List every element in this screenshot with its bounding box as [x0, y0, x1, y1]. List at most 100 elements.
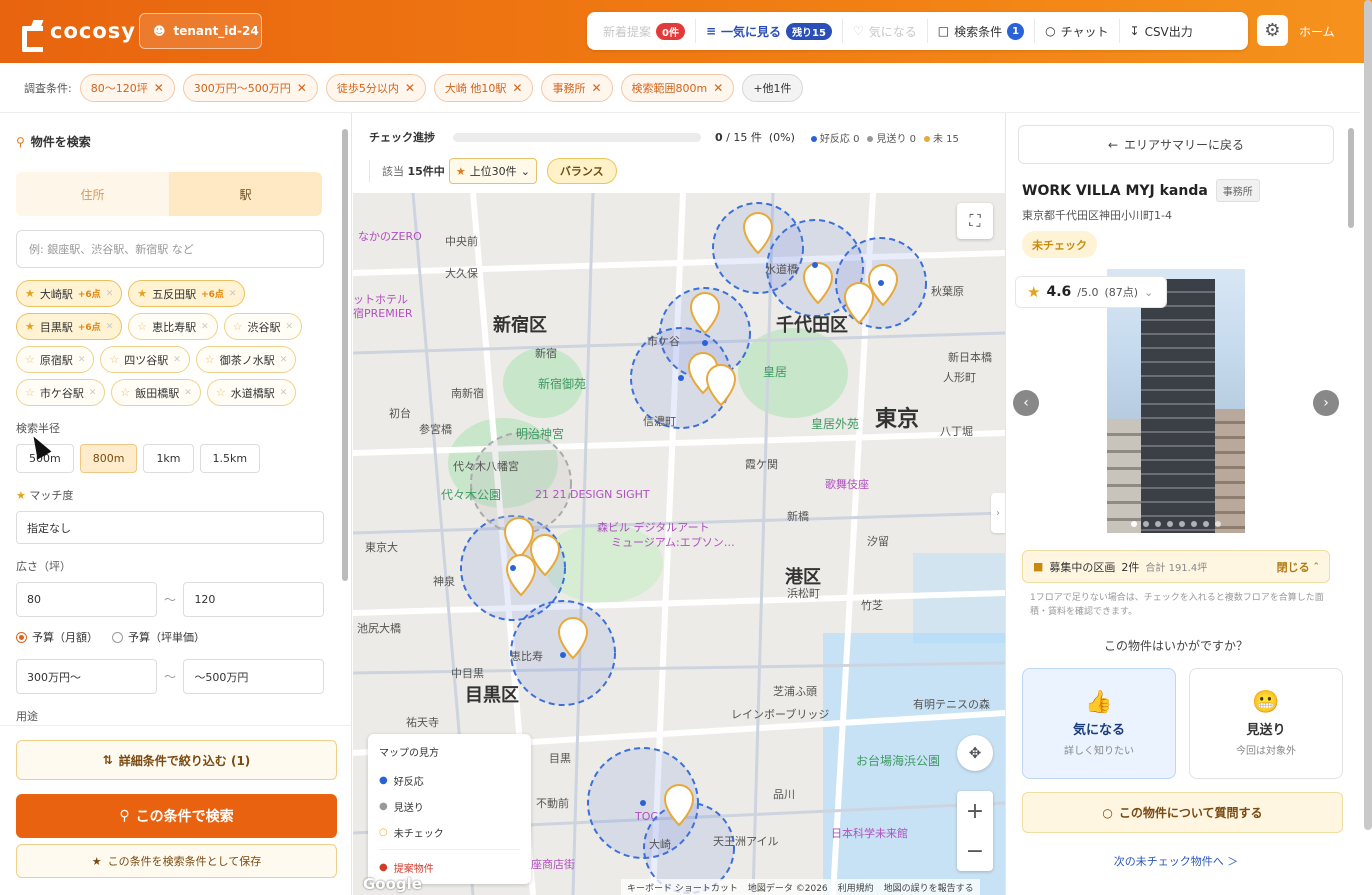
refine-button[interactable]: ⇅ 詳細条件で絞り込む (1) — [16, 740, 337, 780]
favorite-button[interactable]: ♡ 気になる — [843, 19, 928, 43]
view-all-button[interactable]: ≡ 一気に見る 残り15 — [696, 19, 843, 43]
more-conditions-chip[interactable]: +他1件 — [742, 73, 803, 102]
radius-option[interactable]: 1.5km — [199, 444, 261, 473]
close-icon[interactable]: ✕ — [184, 388, 192, 398]
star-outline-icon[interactable]: ☆ — [25, 386, 35, 399]
close-icon[interactable]: ✕ — [280, 355, 288, 365]
close-icon[interactable]: ✕ — [89, 388, 97, 398]
radius-options: 500m 800m 1km 1.5km — [16, 444, 324, 473]
scrollbar-thumb[interactable] — [342, 129, 348, 581]
area-max-input[interactable]: 120 — [183, 582, 324, 617]
budget-max-select[interactable]: 〜500万円 — [183, 659, 324, 694]
close-icon[interactable]: ✕ — [405, 81, 415, 95]
star-icon[interactable]: ★ — [137, 287, 147, 300]
tenant-selector[interactable]: ☻ tenant_id-24 — [139, 13, 262, 49]
close-icon[interactable]: ✕ — [591, 81, 601, 95]
map-canvas[interactable]: 新宿区 千代田区 東京 港区 目黒区 なかのZERO 中央前 大久保 ットホテル… — [353, 193, 1005, 895]
zoom-out-button[interactable]: − — [957, 831, 993, 871]
report-error-link[interactable]: 地図の誤りを報告する — [884, 881, 974, 894]
close-icon[interactable]: ✕ — [106, 322, 114, 332]
station-search-input[interactable]: 例: 銀座駅、渋谷駅、新宿駅 など — [16, 230, 324, 268]
left-scrollbar[interactable] — [342, 129, 348, 729]
area-min-input[interactable]: 80 — [16, 582, 157, 617]
station-chip[interactable]: ☆ 御茶ノ水駅 ✕ — [195, 346, 297, 373]
window-scrollbar[interactable] — [1364, 0, 1372, 830]
app-logo[interactable]: cocosy — [22, 17, 136, 52]
budget-monthly-radio[interactable]: 予算（月額） — [16, 629, 98, 645]
budget-min-select[interactable]: 300万円〜 — [16, 659, 157, 694]
close-icon[interactable]: ✕ — [286, 322, 294, 332]
radius-option-selected[interactable]: 800m — [79, 444, 138, 473]
balance-toggle[interactable]: バランス — [546, 158, 617, 184]
keyboard-shortcuts-link[interactable]: キーボード ショートカット — [627, 881, 738, 894]
pass-button[interactable]: 😬 見送り 今回は対象外 — [1189, 668, 1343, 779]
close-icon[interactable]: ✕ — [713, 81, 723, 95]
radius-option[interactable]: 1km — [143, 444, 194, 473]
tab-station[interactable]: 駅 — [169, 172, 322, 216]
chat-button[interactable]: ○ チャット — [1035, 19, 1120, 43]
station-chip[interactable]: ☆ 水道橋駅 ✕ — [206, 379, 297, 406]
match-select[interactable]: 指定なし — [16, 511, 324, 544]
star-icon[interactable]: ★ — [25, 320, 35, 333]
search-conditions-button[interactable]: □ 検索条件 1 — [928, 19, 1036, 43]
terms-link[interactable]: 利用規約 — [838, 881, 874, 894]
close-icon[interactable]: ✕ — [106, 289, 114, 299]
station-chip[interactable]: ☆ 渋谷駅 ✕ — [223, 313, 303, 340]
photo-next-button[interactable]: › — [1313, 390, 1339, 416]
available-units-bar[interactable]: ■ 募集中の区画 2件 合計 191.4坪 閉じる ˆ — [1022, 550, 1330, 583]
station-chip[interactable]: ★ 五反田駅 +6点 ✕ — [128, 280, 246, 307]
condition-chip[interactable]: 検索範囲800m ✕ — [620, 73, 735, 102]
tab-address[interactable]: 住所 — [16, 172, 169, 216]
condition-chip[interactable]: 300万円〜500万円 ✕ — [182, 73, 318, 102]
station-chip[interactable]: ☆ 恵比寿駅 ✕ — [128, 313, 218, 340]
photo-prev-button[interactable]: ‹ — [1013, 390, 1039, 416]
close-icon[interactable]: ✕ — [229, 289, 237, 299]
close-icon[interactable]: ✕ — [78, 355, 86, 365]
units-close-button[interactable]: 閉じる ˆ — [1277, 559, 1319, 575]
condition-chip[interactable]: 事務所 ✕ — [541, 73, 613, 102]
next-unchecked-link[interactable]: 次の未チェック物件へ ＞ — [1006, 853, 1346, 869]
star-outline-icon[interactable]: ☆ — [216, 386, 226, 399]
collapse-panel-button[interactable]: › — [991, 493, 1005, 533]
budget-per-tsubo-radio[interactable]: 予算（坪単価） — [112, 629, 205, 645]
csv-export-button[interactable]: ↧ CSV出力 — [1120, 19, 1203, 43]
zoom-in-button[interactable]: + — [957, 791, 993, 831]
save-conditions-button[interactable]: ★ この条件を検索条件として保存 — [16, 844, 337, 878]
condition-chip[interactable]: 徒歩5分以内 ✕ — [325, 73, 426, 102]
home-link[interactable]: ホーム — [1299, 23, 1335, 40]
settings-button[interactable]: ⚙ — [1257, 15, 1288, 46]
star-outline-icon[interactable]: ☆ — [109, 353, 119, 366]
ask-question-button[interactable]: ○ この物件について質問する — [1022, 792, 1343, 833]
star-outline-icon[interactable]: ☆ — [25, 353, 35, 366]
close-icon[interactable]: ✕ — [154, 81, 164, 95]
condition-chip[interactable]: 大崎 他10駅 ✕ — [433, 73, 534, 102]
new-proposals-button[interactable]: 新着提案 0件 — [593, 19, 696, 43]
back-to-summary-button[interactable]: ← エリアサマリーに戻る — [1018, 125, 1334, 164]
search-panel-scroll[interactable]: ⚲ 物件を検索 住所 駅 例: 銀座駅、渋谷駅、新宿駅 など ★ 大崎駅 +6点 ✕ … — [0, 113, 340, 725]
star-icon[interactable]: ★ — [25, 287, 35, 300]
close-icon[interactable]: ✕ — [512, 81, 522, 95]
station-chip[interactable]: ★ 大崎駅 +6点 ✕ — [16, 280, 123, 307]
street-view-button[interactable]: ✥ — [957, 735, 993, 771]
fullscreen-button[interactable]: ⛶ — [957, 203, 993, 239]
station-chip[interactable]: ☆ 飯田橋駅 ✕ — [111, 379, 201, 406]
top-filter-dropdown[interactable]: ★ 上位30件 ⌄ — [448, 158, 537, 184]
close-icon[interactable]: ✕ — [297, 81, 307, 95]
station-chip[interactable]: ☆ 原宿駅 ✕ — [16, 346, 95, 373]
close-icon[interactable]: ✕ — [173, 355, 181, 365]
station-chip[interactable]: ☆ 市ケ谷駅 ✕ — [16, 379, 106, 406]
star-outline-icon[interactable]: ☆ — [120, 386, 130, 399]
search-button[interactable]: ⚲ この条件で検索 — [16, 794, 337, 838]
star-outline-icon[interactable]: ☆ — [205, 353, 215, 366]
rating-dropdown[interactable]: ★ 4.6 /5.0 (87点) ⌄ — [1015, 276, 1167, 308]
condition-chip[interactable]: 80〜120坪 ✕ — [79, 73, 175, 102]
star-outline-icon[interactable]: ☆ — [233, 320, 243, 333]
station-chip[interactable]: ☆ 四ツ谷駅 ✕ — [100, 346, 190, 373]
like-button[interactable]: 👍 気になる 詳しく知りたい — [1022, 668, 1176, 779]
close-icon[interactable]: ✕ — [201, 322, 209, 332]
station-chip[interactable]: ★ 目黒駅 +6点 ✕ — [16, 313, 123, 340]
property-photo[interactable] — [1107, 269, 1245, 533]
right-scrollbar[interactable] — [1348, 128, 1354, 228]
star-outline-icon[interactable]: ☆ — [137, 320, 147, 333]
close-icon[interactable]: ✕ — [280, 388, 288, 398]
